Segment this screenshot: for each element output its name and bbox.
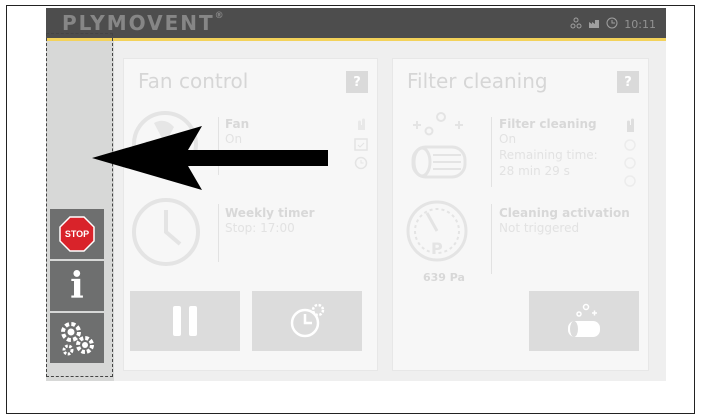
pause-button[interactable] <box>130 291 240 351</box>
filter-help-button[interactable]: ? <box>617 71 639 93</box>
pointer-arrow <box>92 126 328 190</box>
hmi-screen: PLYMOVENT® 10:11 STOP i Fan control ? Fa… <box>46 8 666 381</box>
factory-icon <box>588 17 600 32</box>
brand-logo: PLYMOVENT® <box>62 11 226 35</box>
fan-control-panel: Fan control ? Fan On Weekly timer Stop: … <box>123 58 378 371</box>
timer-settings-button[interactable] <box>252 291 362 351</box>
manual-hand-icon <box>627 118 634 132</box>
indicator-icon <box>624 175 636 187</box>
highlight-dashed-box <box>46 33 113 377</box>
calendar-icon <box>354 138 368 151</box>
filter-clean-button-icon <box>568 303 600 337</box>
fan-timer-icon <box>354 156 368 170</box>
hand-icon <box>358 118 365 130</box>
network-icon <box>570 17 582 32</box>
cleaning-divider <box>491 117 492 187</box>
weekly-timer-clock-icon <box>132 198 200 266</box>
fan-help-button[interactable]: ? <box>346 71 368 93</box>
pressure-value: 639 Pa <box>423 271 465 284</box>
timer-divider <box>218 204 219 262</box>
clock-gear-icon <box>290 303 325 338</box>
remaining-time-value: 28 min 29 s <box>499 164 570 178</box>
filter-cleaning-label: Filter cleaning <box>499 117 597 131</box>
clock-status-icon <box>606 17 618 32</box>
indicator-icon <box>624 157 636 169</box>
filter-cleaning-icon <box>411 112 467 179</box>
remaining-time-label: Remaining time: <box>499 148 598 162</box>
gauge-letter: P <box>431 239 443 258</box>
cleaning-activation-label: Cleaning activation <box>499 206 630 220</box>
start-cleaning-button[interactable] <box>529 291 639 351</box>
pause-icon <box>173 306 197 336</box>
weekly-timer-label: Weekly timer <box>225 206 315 220</box>
cleaning-activation-value: Not triggered <box>499 221 580 235</box>
accent-line <box>46 38 666 41</box>
top-bar: PLYMOVENT® 10:11 <box>46 8 666 38</box>
clock-time: 10:11 <box>624 18 656 31</box>
indicator-icon <box>624 139 636 151</box>
status-area: 10:11 <box>570 17 656 32</box>
fan-control-title: Fan control <box>138 69 249 93</box>
weekly-timer-value: Stop: 17:00 <box>225 221 295 235</box>
filter-cleaning-title: Filter cleaning <box>407 69 548 93</box>
filter-cleaning-panel: Filter cleaning ? Filter cleaning On Rem… <box>392 58 649 371</box>
activation-divider <box>491 204 492 274</box>
filter-cleaning-value: On <box>499 132 517 146</box>
